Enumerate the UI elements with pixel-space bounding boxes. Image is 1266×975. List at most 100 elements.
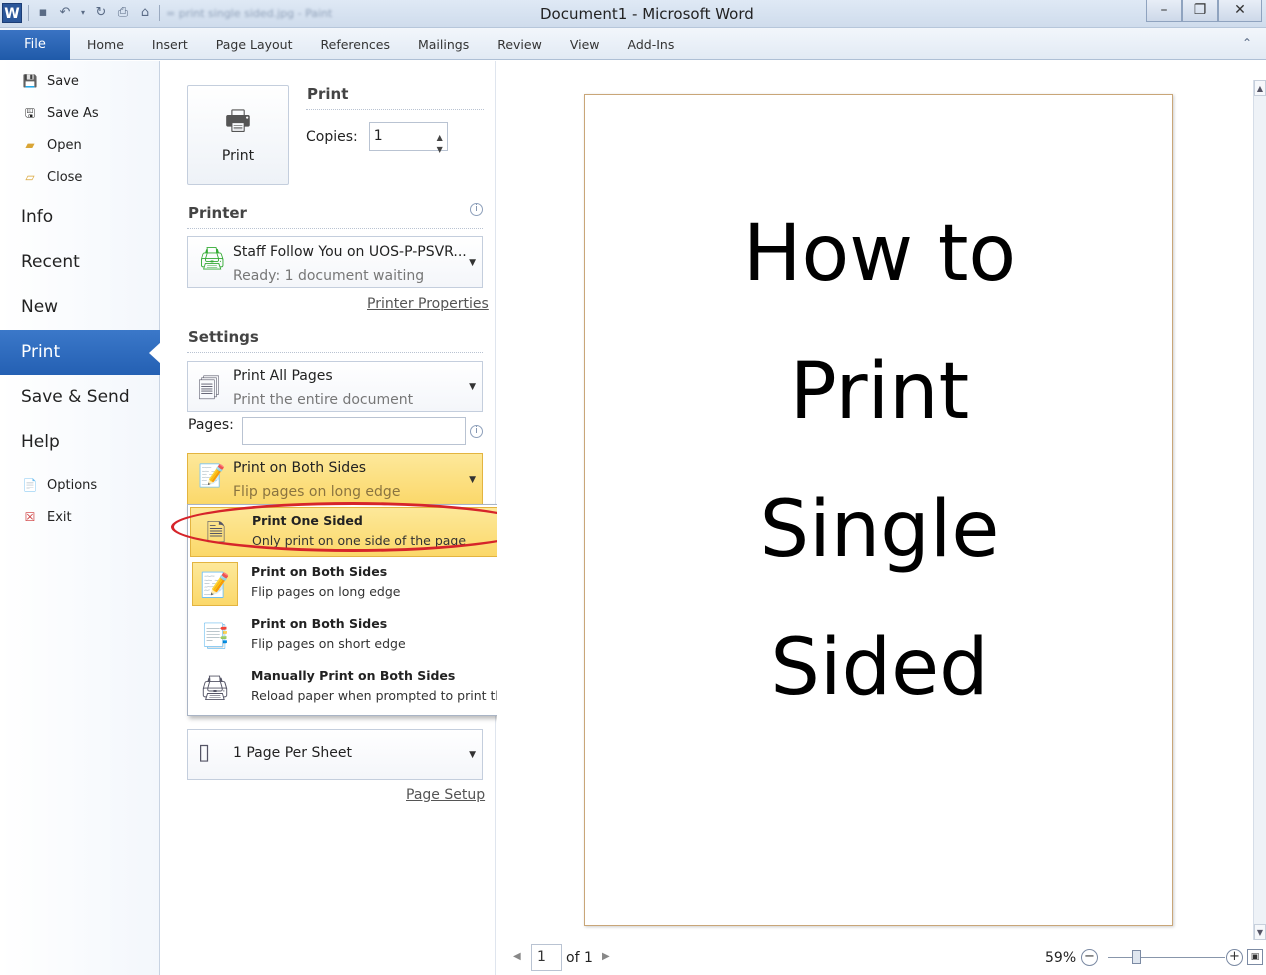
nav-open-label: Open xyxy=(47,137,82,153)
manual-duplex-printer-icon: 🖨 xyxy=(199,674,231,702)
printer-properties-link[interactable]: Printer Properties xyxy=(367,296,489,312)
vertical-scrollbar[interactable]: ▲ ▼ xyxy=(1253,80,1266,940)
nav-save-send[interactable]: Save & Send xyxy=(0,375,159,420)
zoom-slider[interactable] xyxy=(1108,957,1225,958)
spin-down-icon[interactable]: ▼ xyxy=(437,136,443,163)
print-preview-icon[interactable]: ⎙ xyxy=(115,5,131,21)
nav-exit-label: Exit xyxy=(47,509,72,525)
nav-info[interactable]: Info xyxy=(0,195,159,240)
zoom-in-icon[interactable]: + xyxy=(1226,949,1243,966)
title-bar: W ▪ ↶ ▾ ↻ ⎙ ⌂ = print single sided.jpg -… xyxy=(0,0,1266,28)
scroll-up-icon[interactable]: ▲ xyxy=(1254,80,1266,96)
nav-exit[interactable]: ☒ Exit xyxy=(0,501,159,533)
printer-info-icon[interactable]: i xyxy=(470,203,483,216)
printer-name: Staff Follow You on UOS-P-PSVR... xyxy=(233,244,467,260)
nav-save[interactable]: 💾 Save xyxy=(0,65,159,97)
tab-home[interactable]: Home xyxy=(87,37,124,52)
tab-insert[interactable]: Insert xyxy=(152,37,188,52)
ribbon-collapse-icon[interactable]: ⌃ xyxy=(1242,36,1252,50)
duplex-title: Print on Both Sides xyxy=(233,460,367,476)
tab-add-ins[interactable]: Add-Ins xyxy=(628,37,675,52)
restore-icon[interactable]: ❐ xyxy=(1182,0,1218,22)
nav-options[interactable]: 📄 Options xyxy=(0,469,159,501)
file-tab[interactable]: File xyxy=(0,30,70,60)
nav-new[interactable]: New xyxy=(0,285,159,330)
word-logo-icon[interactable]: W xyxy=(2,3,22,23)
undo-dropdown-icon[interactable]: ▾ xyxy=(79,5,87,21)
page-total: of 1 xyxy=(566,950,593,966)
printer-ready-icon: 🖨 xyxy=(198,247,226,272)
long-edge-flip-icon: 📝 xyxy=(198,464,226,489)
minimize-icon[interactable]: – xyxy=(1146,0,1182,22)
nav-save-label: Save xyxy=(47,73,79,89)
settings-heading: Settings xyxy=(188,328,259,346)
undo-icon[interactable]: ↶ xyxy=(57,5,73,21)
nav-save-as[interactable]: 🖫 Save As xyxy=(0,97,159,129)
print-heading: Print xyxy=(307,85,349,103)
preview-line-3: Single xyxy=(759,485,1000,575)
redo-icon[interactable]: ↻ xyxy=(93,5,109,21)
option-title: Manually Print on Both Sides xyxy=(251,668,456,683)
qat-separator xyxy=(28,5,29,21)
copies-spinner[interactable]: 1 ▲ ▼ xyxy=(368,122,448,154)
annotation-ellipse xyxy=(171,502,535,552)
page-setup-link[interactable]: Page Setup xyxy=(406,787,485,803)
nav-recent[interactable]: Recent xyxy=(0,240,159,285)
ribbon-tabs: Home Insert Page Layout References Maili… xyxy=(87,37,702,52)
window-controls: – ❐ ✕ xyxy=(1146,0,1262,22)
settings-heading-rule xyxy=(187,352,483,353)
preview-line-4: Sided xyxy=(770,623,989,713)
single-page-icon: ▯ xyxy=(198,740,211,765)
tab-references[interactable]: References xyxy=(321,37,390,52)
zoom-to-page-icon[interactable]: ▣ xyxy=(1247,949,1263,965)
nav-print[interactable]: Print xyxy=(0,330,161,375)
chevron-down-icon: ▼ xyxy=(469,475,476,485)
long-edge-flip-icon: 📝 xyxy=(192,562,238,606)
scroll-down-icon[interactable]: ▼ xyxy=(1254,924,1266,940)
duplex-dropdown[interactable]: 📝 Print on Both Sides Flip pages on long… xyxy=(187,453,483,505)
copies-label: Copies: xyxy=(306,128,358,145)
print-heading-rule xyxy=(306,109,484,110)
option-sub: Flip pages on long edge xyxy=(251,584,401,599)
zoom-level[interactable]: 59% xyxy=(1045,950,1076,966)
short-edge-flip-icon: 📑 xyxy=(200,622,230,650)
pages-label: Pages: xyxy=(188,417,234,433)
quick-access-toolbar: W ▪ ↶ ▾ ↻ ⎙ ⌂ = print single sided.jpg -… xyxy=(2,3,332,23)
tab-review[interactable]: Review xyxy=(497,37,542,52)
window-title: Document1 - Microsoft Word xyxy=(540,5,754,23)
nav-close[interactable]: ▱ Close xyxy=(0,161,159,193)
print-range-dropdown[interactable]: 🗐 Print All Pages Print the entire docum… xyxy=(187,361,483,412)
print-button[interactable]: 🖶 Print xyxy=(187,85,289,185)
previous-page-icon[interactable]: ◀ xyxy=(513,951,521,962)
pages-stack-icon: 🗐 xyxy=(198,377,220,402)
printer-icon: 🖶 xyxy=(224,104,252,137)
printer-heading: Printer xyxy=(188,204,247,222)
zoom-slider-thumb[interactable] xyxy=(1132,950,1141,964)
current-page-input[interactable]: 1 xyxy=(531,944,562,971)
pages-per-sheet-dropdown[interactable]: ▯ 1 Page Per Sheet ▼ xyxy=(187,729,483,780)
tab-view[interactable]: View xyxy=(570,37,600,52)
tab-mailings[interactable]: Mailings xyxy=(418,37,469,52)
pages-per-sheet-label: 1 Page Per Sheet xyxy=(233,745,352,761)
backstage-nav: 💾 Save 🖫 Save As ▰ Open ▱ Close Info Rec… xyxy=(0,61,161,975)
option-sub: Flip pages on short edge xyxy=(251,636,406,651)
nav-close-label: Close xyxy=(47,169,83,185)
zoom-out-icon[interactable]: − xyxy=(1081,949,1098,966)
open-folder-icon: ▰ xyxy=(25,138,35,152)
printer-status: Ready: 1 document waiting xyxy=(233,268,425,284)
close-icon[interactable]: ✕ xyxy=(1218,0,1262,22)
quick-print-icon[interactable]: ⌂ xyxy=(137,5,153,21)
next-page-icon[interactable]: ▶ xyxy=(602,951,610,962)
preview-status-bar: ◀ 1 of 1 ▶ 59% − + ▣ xyxy=(497,940,1266,975)
preview-line-2: Print xyxy=(789,347,970,437)
save-icon[interactable]: ▪ xyxy=(35,5,51,21)
qat-separator-2 xyxy=(159,5,160,21)
save-icon: 💾 xyxy=(22,74,38,88)
tab-page-layout[interactable]: Page Layout xyxy=(216,37,293,52)
save-as-icon: 🖫 xyxy=(24,106,36,120)
nav-open[interactable]: ▰ Open xyxy=(0,129,159,161)
nav-help[interactable]: Help xyxy=(0,420,159,465)
printer-dropdown[interactable]: 🖨 Staff Follow You on UOS-P-PSVR... Read… xyxy=(187,236,483,288)
pages-input[interactable] xyxy=(242,417,466,445)
pages-info-icon[interactable]: i xyxy=(470,425,483,438)
